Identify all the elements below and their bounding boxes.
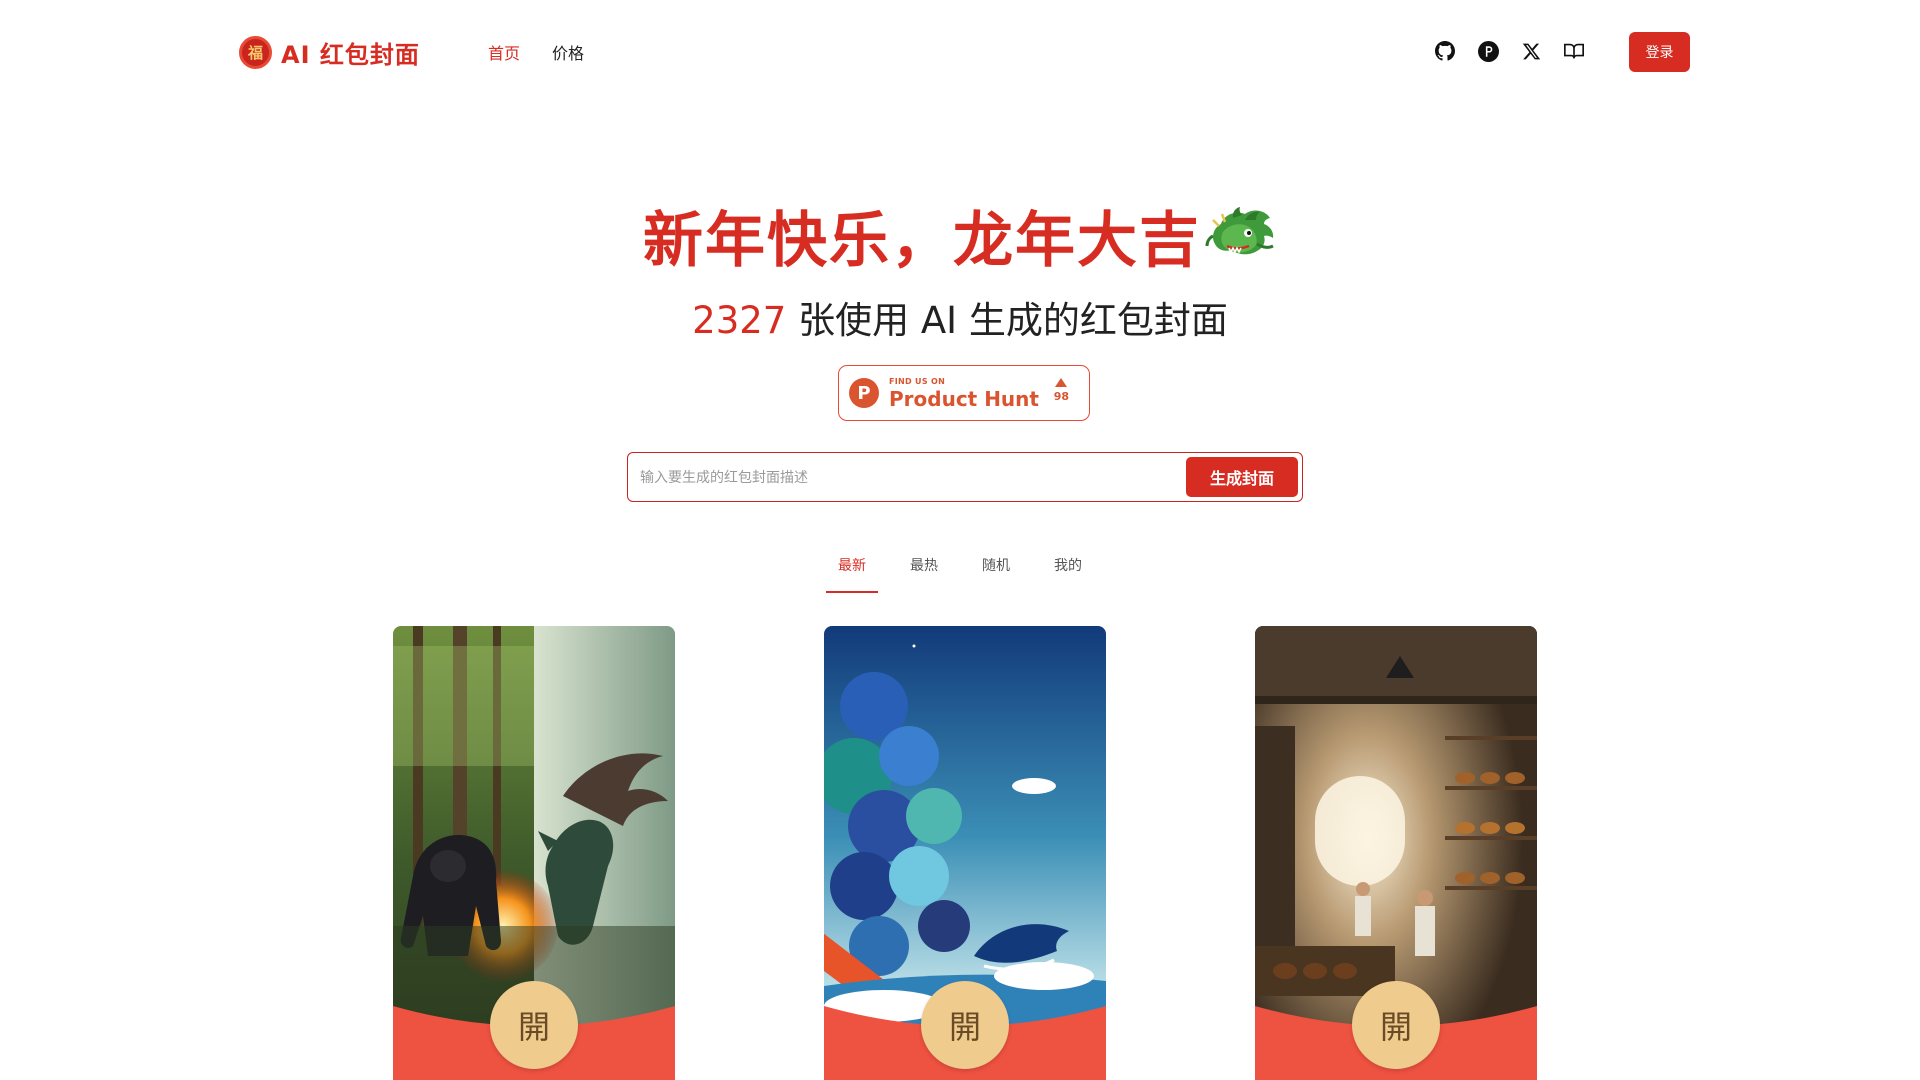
- open-seal-button[interactable]: 開: [490, 981, 578, 1069]
- github-icon[interactable]: [1432, 38, 1458, 64]
- dragon-icon: [1205, 206, 1277, 270]
- product-hunt-logo-icon: P: [849, 378, 879, 408]
- upvote-arrow-icon: [1055, 378, 1068, 387]
- open-seal-button[interactable]: 開: [1352, 981, 1440, 1069]
- tab-random[interactable]: 随机: [970, 555, 1022, 593]
- open-seal-button[interactable]: 開: [921, 981, 1009, 1069]
- product-hunt-name: Product Hunt: [889, 386, 1039, 411]
- product-hunt-votes: 98: [1054, 378, 1069, 403]
- prompt-search-bar: 生成封面: [627, 452, 1303, 502]
- x-icon[interactable]: [1518, 38, 1544, 64]
- hero-subtitle: 2327 张使用 AI 生成的红包封面: [0, 290, 1920, 344]
- book-icon[interactable]: [1561, 38, 1587, 64]
- fu-logo-icon: 福: [239, 35, 272, 69]
- site-title: AI 红包封面: [281, 40, 420, 69]
- site-logo[interactable]: 福 AI 红包封面: [239, 35, 420, 69]
- site-header: 福 AI 红包封面 首页 价格 登录: [0, 0, 1920, 104]
- product-hunt-badge[interactable]: P FIND US ON Product Hunt 98: [838, 365, 1090, 421]
- tab-hottest[interactable]: 最热: [898, 555, 950, 593]
- nav-home[interactable]: 首页: [488, 40, 520, 64]
- cover-card[interactable]: 開: [824, 626, 1106, 1080]
- prompt-input[interactable]: [640, 463, 1170, 493]
- product-hunt-text: FIND US ON Product Hunt: [889, 376, 1039, 411]
- tab-mine[interactable]: 我的: [1042, 555, 1094, 593]
- cover-card[interactable]: 開: [1255, 626, 1537, 1080]
- nav-pricing[interactable]: 价格: [552, 40, 584, 64]
- main-nav: 首页 价格: [488, 40, 616, 64]
- generate-cover-button[interactable]: 生成封面: [1186, 457, 1298, 497]
- tab-latest[interactable]: 最新: [826, 555, 878, 593]
- hero-title: 新年快乐，龙年大吉: [0, 192, 1920, 279]
- product-hunt-icon[interactable]: [1475, 38, 1501, 64]
- social-links: [1432, 38, 1604, 64]
- cover-card[interactable]: 開: [393, 626, 675, 1080]
- hero-title-text: 新年快乐，龙年大吉: [643, 206, 1201, 276]
- cover-tabs: 最新 最热 随机 我的: [0, 555, 1920, 593]
- cover-count: 2327: [692, 299, 787, 342]
- product-hunt-vote-count: 98: [1053, 390, 1069, 403]
- login-button[interactable]: 登录: [1629, 32, 1690, 72]
- product-hunt-caption: FIND US ON: [889, 376, 946, 386]
- hero-subtitle-text: 张使用 AI 生成的红包封面: [786, 299, 1228, 342]
